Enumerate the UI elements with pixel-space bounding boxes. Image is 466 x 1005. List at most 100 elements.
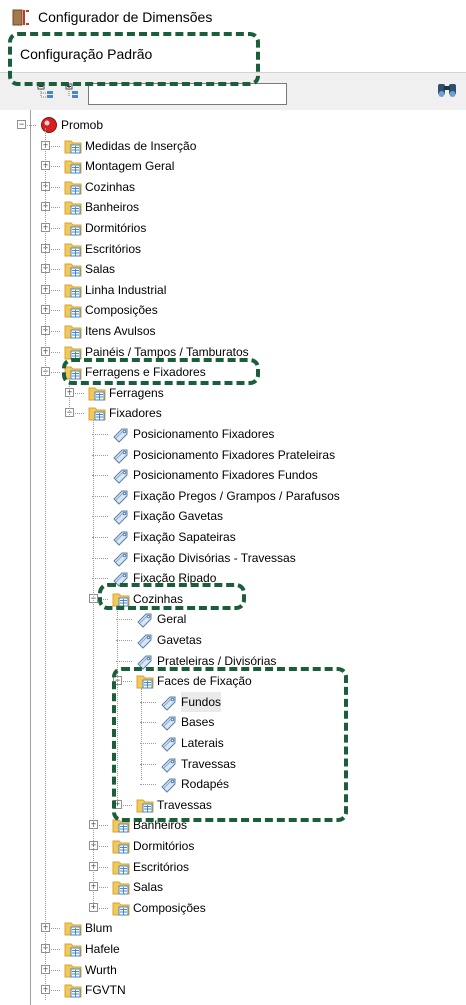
tree-node-level1[interactable]: + Itens Avulsos xyxy=(0,321,466,341)
tree-node-face-item[interactable]: Bases xyxy=(0,712,466,732)
tree-node-fixadores-folder[interactable]: + Composições xyxy=(0,898,466,918)
expand-all-icon[interactable] xyxy=(36,82,56,100)
tree-node-fixador-item[interactable]: Posicionamento Fixadores Prateleiras xyxy=(0,445,466,465)
tree-node-label: Fixação Pregos / Grampos / Parafusos xyxy=(133,488,340,503)
tree-node-faces-de-fixacao[interactable]: − Faces de Fixação xyxy=(0,671,466,691)
folder-icon xyxy=(64,343,82,361)
tree-node-level1[interactable]: + Banheiros xyxy=(0,197,466,217)
tree-connector xyxy=(140,743,156,744)
dimension-tag-icon xyxy=(112,549,130,567)
tree-node-manufacturer[interactable]: + Hafele xyxy=(0,939,466,959)
tree-node-label: Ferragens e Fixadores xyxy=(85,365,206,380)
folder-icon xyxy=(64,919,82,937)
window-titlebar: Configurador de Dimensões xyxy=(0,0,466,36)
tree-node-manufacturer[interactable]: + Wurth xyxy=(0,960,466,980)
tree-node-fixadores-folder[interactable]: + Escritórios xyxy=(0,857,466,877)
folder-icon xyxy=(64,940,82,958)
tree-node-label: Dormitórios xyxy=(133,839,195,853)
binoculars-icon[interactable] xyxy=(436,80,458,100)
folder-icon xyxy=(64,961,82,979)
app-ruler-icon xyxy=(12,9,29,26)
dimension-tag-icon xyxy=(160,693,178,711)
dimension-tag-icon xyxy=(112,507,130,526)
tree-node-level1[interactable]: + Cozinhas xyxy=(0,177,466,197)
tree-node-label: Wurth xyxy=(85,962,117,977)
tree-node-fixador-item[interactable]: Fixação Pregos / Grampos / Parafusos xyxy=(0,486,466,506)
tree-node-fixador-item[interactable]: Posicionamento Fixadores Fundos xyxy=(0,465,466,485)
tree-node-label: Travessas xyxy=(157,797,212,812)
tree-node-cozinhas-item[interactable]: Prateleiras / Divisórias xyxy=(0,651,466,671)
tree-node-face-item[interactable]: Laterais xyxy=(0,733,466,753)
tree-node-label: Fixação Sapateiras xyxy=(133,530,236,544)
tree-node-level1[interactable]: + Linha Industrial xyxy=(0,280,466,300)
tree-node-travessas[interactable]: + Travessas xyxy=(0,795,466,815)
tree-node-label: Posicionamento Fixadores xyxy=(133,427,275,441)
tree-node-label: Laterais xyxy=(181,736,224,750)
tree-node-fixadores-folder[interactable]: + Salas xyxy=(0,877,466,897)
collapse-toggle-icon[interactable]: − xyxy=(17,120,26,129)
dimension-tag-icon xyxy=(160,755,178,773)
dimension-tag-icon xyxy=(112,425,130,443)
search-input[interactable] xyxy=(88,83,287,105)
tree-node-label: Posicionamento Fixadores Prateleiras xyxy=(133,447,336,462)
tree-node-level1[interactable]: + Dormitórios xyxy=(0,218,466,238)
tree-node-manufacturer[interactable]: + FGVTN xyxy=(0,980,466,1000)
tree-node-face-item[interactable]: Rodapés xyxy=(0,774,466,794)
collapse-all-icon[interactable] xyxy=(62,82,82,100)
tree-node-face-item[interactable]: Fundos xyxy=(0,691,466,712)
folder-icon xyxy=(112,837,130,855)
promob-root-icon xyxy=(40,116,58,134)
tree-guide-line xyxy=(93,420,94,905)
tree-node-label: Salas xyxy=(85,262,116,277)
tree-node-fixador-item[interactable]: Fixação Ripado xyxy=(0,568,466,588)
tree-node-level1[interactable]: + Salas xyxy=(0,259,466,279)
tree-node-cozinhas-fixadores[interactable]: − Cozinhas xyxy=(0,589,466,609)
tree-node-label: Cozinhas xyxy=(133,591,184,606)
tree-node-manufacturer[interactable]: + Blum xyxy=(0,918,466,938)
window-title: Configurador de Dimensões xyxy=(38,9,213,25)
folder-icon xyxy=(112,816,130,834)
tree-node-fixador-item[interactable]: Fixação Sapateiras xyxy=(0,527,466,547)
tree-node-label: Rodapés xyxy=(181,777,230,792)
tree-connector xyxy=(92,557,108,559)
tree-guide-line xyxy=(117,605,118,802)
tree-node-label: Banheiros xyxy=(85,200,140,215)
tree-connector xyxy=(92,434,108,435)
tree-guide-line xyxy=(45,128,46,1000)
tree-node-cozinhas-item[interactable]: Geral xyxy=(0,609,466,629)
dimension-tag-icon xyxy=(136,610,154,629)
tree-node-fixador-item[interactable]: Fixação Divisórias - Travessas xyxy=(0,548,466,568)
tree-node-fixador-item[interactable]: Posicionamento Fixadores xyxy=(0,424,466,444)
tree-connector xyxy=(140,722,156,724)
tree-connector xyxy=(140,784,156,786)
tree-node-level1[interactable]: + Montagem Geral xyxy=(0,156,466,176)
tree-node-label: Fixadores xyxy=(109,406,162,421)
dimension-tag-icon xyxy=(112,528,130,546)
folder-icon xyxy=(88,384,106,402)
dimension-tag-icon xyxy=(136,631,154,649)
tree-node-promob[interactable]: − Promob xyxy=(0,115,466,135)
tree-node-cozinhas-item[interactable]: Gavetas xyxy=(0,630,466,650)
tree-connector xyxy=(116,640,132,641)
folder-icon xyxy=(64,281,82,299)
tree-connector xyxy=(92,516,108,518)
tree-node-label: Fixação Divisórias - Travessas xyxy=(133,550,296,565)
tree-node-level1[interactable]: + Painéis / Tampos / Tamburatos xyxy=(0,342,466,362)
tree-node-fixador-item[interactable]: Fixação Gavetas xyxy=(0,506,466,526)
tree-node-label: Composições xyxy=(133,900,206,915)
tree-node-label: Ferragens xyxy=(109,385,164,400)
tree-node-fixadores-folder[interactable]: + Banheiros xyxy=(0,815,466,835)
tree-node-level1[interactable]: + Composições xyxy=(0,300,466,320)
tree-node-label: Linha Industrial xyxy=(85,282,167,297)
tree-node-fixadores-folder[interactable]: + Dormitórios xyxy=(0,836,466,856)
dimension-tag-icon xyxy=(112,569,130,587)
tree-node-label: Posicionamento Fixadores Fundos xyxy=(133,468,318,483)
folder-icon xyxy=(64,219,82,237)
tree-node-level1[interactable]: + Medidas de Inserção xyxy=(0,136,466,156)
dimension-tag-icon xyxy=(160,734,178,752)
tree-node-level1[interactable]: + Escritórios xyxy=(0,239,466,259)
tree-node-label: Escritórios xyxy=(85,241,142,256)
tree-connector xyxy=(92,495,108,497)
tree-node-face-item[interactable]: Travessas xyxy=(0,754,466,774)
config-title: Configuração Padrão xyxy=(20,46,153,62)
